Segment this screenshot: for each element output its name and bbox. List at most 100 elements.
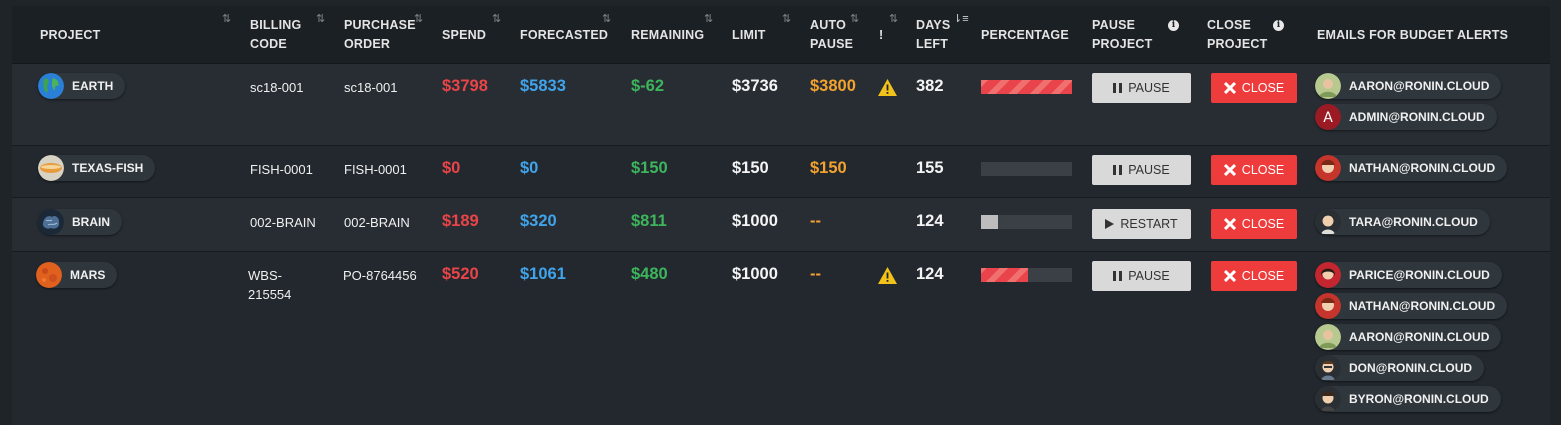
auto-pause-value: $150 bbox=[810, 159, 847, 177]
billing-code: FISH-0001 bbox=[250, 162, 313, 177]
col-spend[interactable]: SPEND bbox=[442, 26, 486, 45]
sort-arrows-icon[interactable]: ⇅ bbox=[889, 12, 898, 25]
table-row: MARS WBS-215554 PO-8764456 $520 $1061 $4… bbox=[12, 252, 1550, 425]
col-forecasted[interactable]: FORECASTED bbox=[520, 26, 608, 45]
pause-button[interactable]: PAUSE bbox=[1092, 261, 1191, 291]
pause-button[interactable]: PAUSE bbox=[1092, 73, 1191, 103]
col-days-left[interactable]: DAYS LEFT bbox=[916, 16, 950, 54]
warning-icon bbox=[878, 267, 897, 284]
sort-arrows-icon[interactable]: ⇅ bbox=[850, 12, 859, 25]
sort-arrows-icon[interactable]: ⇅ bbox=[704, 12, 713, 25]
days-left-value: 382 bbox=[916, 77, 944, 95]
sort-descending-icon[interactable]: ⇂≡ bbox=[953, 12, 969, 25]
email-label: DON@RONIN.CLOUD bbox=[1349, 361, 1473, 375]
days-left-value: 124 bbox=[916, 212, 944, 230]
info-icon[interactable]: i bbox=[1273, 20, 1284, 31]
email-chip[interactable]: AARON@RONIN.CLOUD bbox=[1315, 73, 1502, 99]
project-chip-mars[interactable]: MARS bbox=[36, 262, 118, 288]
svg-text:A: A bbox=[1323, 110, 1333, 126]
limit-value: $1000 bbox=[732, 265, 778, 283]
percentage-bar bbox=[981, 215, 1072, 229]
col-billing-code-line2: CODE bbox=[250, 37, 287, 51]
table-row: TEXAS-FISH FISH-0001 FISH-0001 $0 $0 $15… bbox=[12, 146, 1550, 198]
close-button[interactable]: CLOSE bbox=[1211, 73, 1297, 103]
col-project[interactable]: PROJECT bbox=[40, 26, 100, 45]
project-name: MARS bbox=[70, 268, 106, 282]
forecasted-value: $320 bbox=[520, 212, 557, 230]
col-billing-code[interactable]: BILLING CODE bbox=[250, 16, 301, 54]
close-button[interactable]: CLOSE bbox=[1211, 155, 1297, 185]
sort-arrows-icon[interactable]: ⇅ bbox=[782, 12, 791, 25]
x-icon bbox=[1223, 218, 1236, 230]
col-remaining[interactable]: REMAINING bbox=[631, 26, 704, 45]
project-chip-brain[interactable]: BRAIN bbox=[38, 209, 122, 235]
email-chip[interactable]: A ADMIN@RONIN.CLOUD bbox=[1315, 104, 1497, 130]
sort-arrows-icon[interactable]: ⇅ bbox=[414, 12, 423, 25]
sort-arrows-icon[interactable]: ⇅ bbox=[316, 12, 325, 25]
col-auto-pause[interactable]: AUTO PAUSE bbox=[810, 16, 853, 54]
col-purchase-order[interactable]: PURCHASE ORDER bbox=[344, 16, 416, 54]
pause-icon bbox=[1113, 165, 1123, 175]
col-pause-project-line1: PAUSE bbox=[1092, 18, 1136, 32]
email-chip[interactable]: NATHAN@RONIN.CLOUD bbox=[1315, 155, 1508, 181]
remaining-value: $480 bbox=[631, 265, 668, 283]
sort-arrows-icon[interactable]: ⇅ bbox=[492, 12, 501, 25]
remaining-value: $150 bbox=[631, 159, 668, 177]
project-name: EARTH bbox=[72, 79, 114, 93]
email-chip[interactable]: PARICE@RONIN.CLOUD bbox=[1315, 262, 1502, 288]
col-alert[interactable]: ! bbox=[879, 26, 883, 45]
forecasted-value: $5833 bbox=[520, 77, 566, 95]
close-button[interactable]: CLOSE bbox=[1211, 261, 1297, 291]
user-avatar-icon bbox=[1315, 73, 1341, 99]
project-name: TEXAS-FISH bbox=[72, 161, 144, 175]
percentage-bar bbox=[981, 162, 1072, 176]
pause-button[interactable]: PAUSE bbox=[1092, 155, 1191, 185]
pause-button-label: PAUSE bbox=[1128, 81, 1170, 95]
restart-button[interactable]: RESTART bbox=[1092, 209, 1191, 239]
close-button-label: CLOSE bbox=[1241, 163, 1285, 177]
brain-avatar-icon bbox=[38, 209, 64, 235]
spend-value: $3798 bbox=[442, 77, 488, 95]
percentage-fill bbox=[981, 80, 1072, 94]
percentage-fill bbox=[981, 268, 1029, 282]
col-close-project: CLOSE PROJECT bbox=[1207, 16, 1267, 54]
email-label: PARICE@RONIN.CLOUD bbox=[1349, 268, 1490, 282]
mars-avatar-icon bbox=[36, 262, 62, 288]
percentage-fill bbox=[981, 215, 999, 229]
col-purchase-order-line1: PURCHASE bbox=[344, 18, 416, 32]
purchase-order: PO-8764456 bbox=[343, 268, 417, 283]
earth-avatar-icon bbox=[38, 73, 64, 99]
col-purchase-order-line2: ORDER bbox=[344, 37, 391, 51]
fish-avatar-icon bbox=[38, 155, 64, 181]
percentage-bar bbox=[981, 80, 1072, 94]
email-label: AARON@RONIN.CLOUD bbox=[1349, 79, 1490, 93]
email-chip[interactable]: DON@RONIN.CLOUD bbox=[1315, 355, 1485, 381]
pause-icon bbox=[1113, 271, 1123, 281]
col-days-left-line2: LEFT bbox=[916, 37, 949, 51]
table-row: EARTH sc18-001 sc18-001 $3798 $5833 $-62… bbox=[12, 64, 1550, 146]
col-percentage: PERCENTAGE bbox=[981, 28, 1069, 42]
x-icon bbox=[1223, 82, 1236, 94]
user-avatar-icon bbox=[1315, 355, 1341, 381]
project-chip-earth[interactable]: EARTH bbox=[38, 73, 126, 99]
col-limit[interactable]: LIMIT bbox=[732, 26, 766, 45]
email-chip[interactable]: AARON@RONIN.CLOUD bbox=[1315, 324, 1502, 350]
billing-code: sc18-001 bbox=[250, 80, 304, 95]
col-auto-pause-line1: AUTO bbox=[810, 18, 846, 32]
auto-pause-value: $3800 bbox=[810, 77, 856, 95]
sort-arrows-icon[interactable]: ⇅ bbox=[602, 12, 611, 25]
limit-value: $1000 bbox=[732, 212, 778, 230]
email-chip[interactable]: TARA@RONIN.CLOUD bbox=[1315, 209, 1490, 235]
email-chip[interactable]: BYRON@RONIN.CLOUD bbox=[1315, 386, 1501, 412]
project-chip-texas-fish[interactable]: TEXAS-FISH bbox=[38, 155, 156, 181]
email-chip[interactable]: NATHAN@RONIN.CLOUD bbox=[1315, 293, 1508, 319]
spend-value: $520 bbox=[442, 265, 479, 283]
info-icon[interactable]: i bbox=[1168, 20, 1179, 31]
billing-code: WBS-215554 bbox=[248, 268, 292, 302]
user-avatar-icon bbox=[1315, 293, 1341, 319]
limit-value: $3736 bbox=[732, 77, 778, 95]
days-left-value: 155 bbox=[916, 159, 944, 177]
sort-arrows-icon[interactable]: ⇅ bbox=[222, 12, 231, 25]
close-button[interactable]: CLOSE bbox=[1211, 209, 1297, 239]
email-label: NATHAN@RONIN.CLOUD bbox=[1349, 299, 1496, 313]
